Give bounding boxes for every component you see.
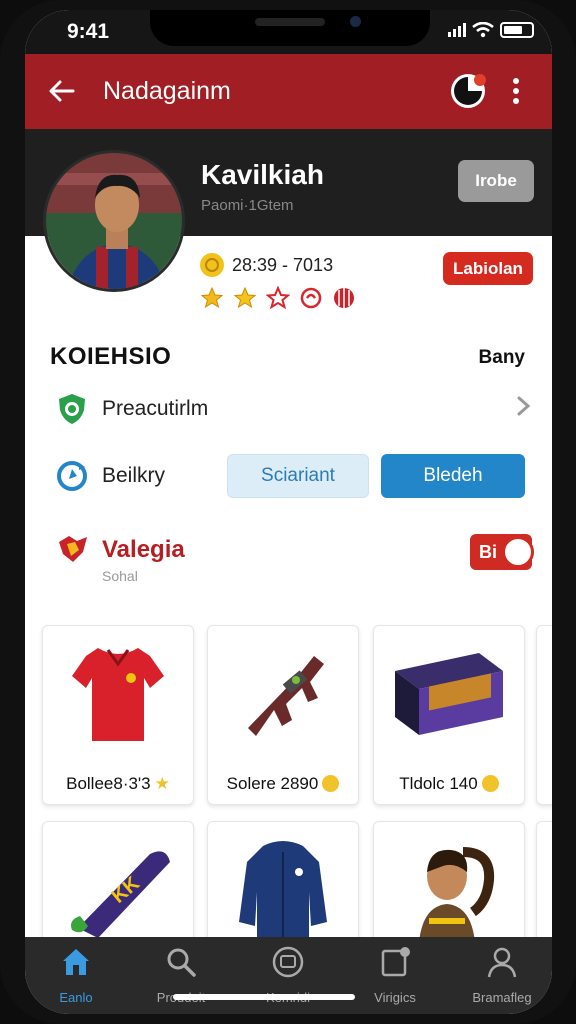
product-label: Tldolc 140 [374,774,524,794]
nav-item-tablet[interactable]: Virigics [345,945,445,1005]
value-subtitle: Sohal [102,568,138,584]
notch [150,10,430,46]
refresh-icon [57,461,87,491]
nav-item-profile[interactable]: Bramafleg [452,945,552,1005]
stats-value: 28:39 - 7013 [232,254,334,275]
achievement-icons [200,286,356,310]
app-bar-title: Nadagainm [103,77,231,105]
level-badge[interactable]: Labiolan [443,252,533,285]
nav-item-home[interactable]: Eanlo [26,945,126,1005]
value-action-label: Bi [479,542,497,562]
profile-name: Kavilkiah [201,159,324,190]
primary-button[interactable]: Bledeh [381,454,525,498]
figure-icon [374,822,524,952]
tv-icon [272,946,304,978]
home-icon [63,949,89,975]
status-time: 9:41 [67,20,110,43]
star-icon [200,286,224,309]
toggle-knob-icon [502,536,534,568]
shirt-icon [43,626,193,756]
app-bar: Nadagainm [25,54,552,129]
value-title: Valegia [102,536,185,563]
value-action-button[interactable]: Bi [470,534,534,570]
ball-icon [334,288,354,308]
tablet-icon [381,947,410,977]
product-card[interactable]: Solere 2890 [207,625,359,805]
section-link[interactable]: Bany [479,347,525,369]
product-card[interactable]: Bollee8·3'3 ★ [42,625,194,805]
more-menu-icon[interactable] [511,76,521,106]
flame-icon [59,536,87,562]
product-card-partial[interactable] [536,625,552,805]
toy-icon: KK [43,822,193,952]
speaker [255,18,325,26]
bottom-nav: Eanlo Proudeit Kemridi [25,937,552,1014]
follow-button[interactable]: Irobe [458,160,534,202]
product-card[interactable]: Tldolc 140 [373,625,525,805]
nav-label: Bramafleg [472,990,532,1005]
search-icon [167,948,196,977]
section-title: KOIEHSIO [50,343,172,370]
status-bar: 9:41 [25,10,552,54]
profile-icon [487,947,517,978]
list-item-protection[interactable]: Preacutirlm [55,392,535,426]
product-label: Bollee8·3'3 ★ [66,774,170,793]
signal-icon [448,23,466,37]
nav-label: Virigics [374,990,416,1005]
phone-frame: 9:41 Nadagainm Kavilkiah Paomi·1Gtem Iro… [0,0,576,1024]
star-icon [233,286,257,309]
wifi-icon [472,22,494,38]
profile-subtitle: Paomi·1Gtem [201,197,294,214]
secondary-button[interactable]: Sciariant [227,454,369,498]
box-icon [374,626,524,756]
notification-icon[interactable] [449,72,487,110]
chevron-right-icon [517,396,531,416]
camera-icon [350,16,361,27]
swirl-icon [300,287,322,309]
jacket-icon [208,822,358,952]
back-arrow-icon[interactable] [47,76,77,106]
app-screen: 9:41 Nadagainm Kavilkiah Paomi·1Gtem Iro… [25,10,552,1014]
nav-label: Eanlo [59,990,93,1005]
status-icons [448,22,534,38]
shield-icon [59,394,85,424]
list-item-label: Preacutirlm [102,397,209,420]
list-item-label: Beilkry [102,464,166,487]
stats-row: 28:39 - 7013 [200,253,333,277]
coin-icon [200,253,224,277]
avatar[interactable] [43,150,185,292]
home-indicator[interactable] [173,994,355,1000]
star-outline-icon [266,286,290,310]
product-label: Solere 2890 [208,774,358,794]
battery-icon [500,22,534,38]
gun-icon [208,626,358,756]
